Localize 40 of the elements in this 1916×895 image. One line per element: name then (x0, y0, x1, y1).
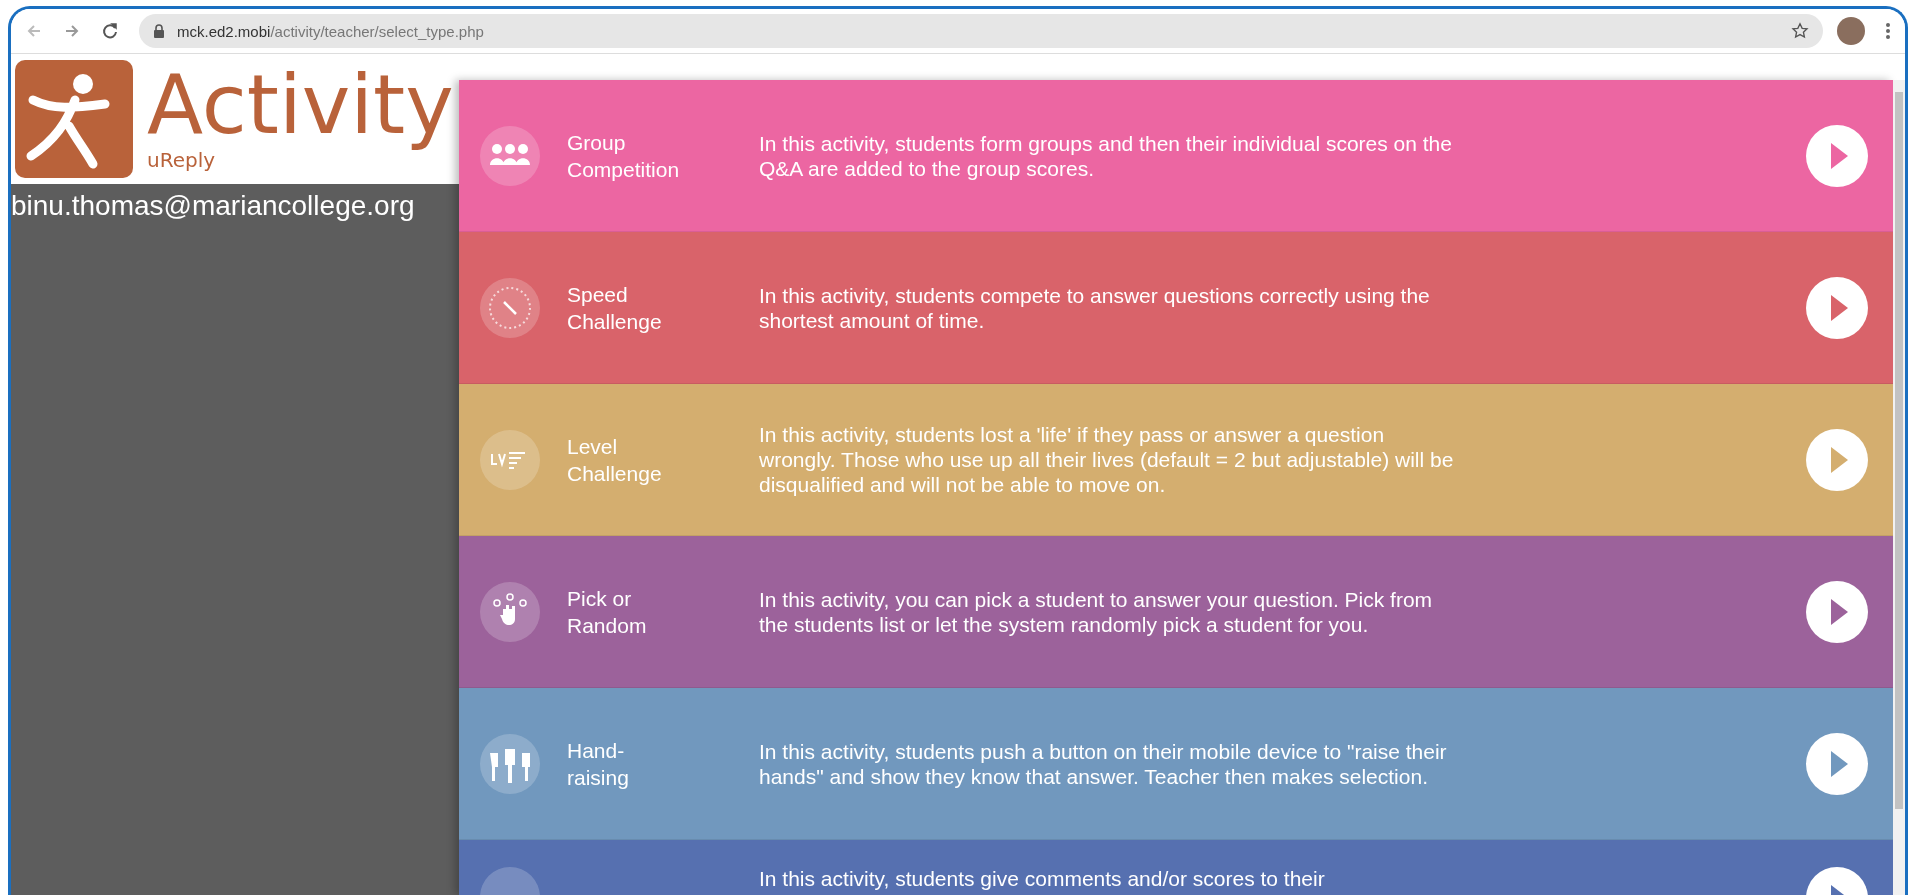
activity-title: Hand- raising (567, 737, 630, 791)
logo-icon (15, 60, 133, 178)
activity-row[interactable] (459, 384, 1893, 536)
play-button[interactable] (1805, 579, 1869, 644)
hand-icon (479, 580, 541, 643)
activity-row[interactable]: Group Competition In this activity, students form groups and then their individual scores on the Q&A are added to the group scores. (459, 80, 1893, 232)
address-bar[interactable]: mck.ed2.mobi/activity/teacher/select_type.php (139, 14, 1823, 48)
activity-row[interactable]: Speed Challenge In this activity, students compete to answer questions correctly using the shortest amount of time. (459, 232, 1893, 384)
activity-title: Pick or Random (567, 585, 648, 639)
star-icon[interactable] (1791, 22, 1809, 40)
activity-title: Level Challenge (567, 433, 663, 487)
play-button[interactable] (1805, 275, 1869, 340)
activity-row[interactable]: Hand- raising In this activity, students push a button on their mobile device to "raise their hands" and show they know that answer. Teacher then makes selection. (459, 688, 1893, 840)
activity-description: In this activity, students give comments and/or scores to their (759, 866, 1326, 891)
activity-description: In this activity, students lost a 'life' if they pass or answer a question wrongly. Those who use up all their lives (default = 2 but adjustable) will be disqualified and will not be able to move on. (759, 422, 1455, 497)
scrollbar[interactable] (1893, 80, 1905, 895)
activity-title: Speed Challenge (567, 281, 663, 335)
group-icon (479, 124, 541, 187)
activity-title: Group Competition (567, 129, 681, 183)
url-path: /activity/teacher/select_type.php (270, 22, 484, 40)
activity-description: In this activity, students form groups and then their individual scores on the Q&A are added to the group scores. (759, 130, 1453, 181)
activity-description: In this activity, students compete to answer questions correctly using the shortest amount of time. (759, 282, 1431, 333)
url-host: mck.ed2.mobi (177, 22, 271, 40)
gauge-icon (479, 276, 541, 339)
activity-description: In this activity, students push a button on their mobile device to "raise their hands" and show they know that answer. Teacher then makes selection. (759, 738, 1448, 789)
activity-description: In this activity, you can pick a student to answer your question. Pick from the students list or let the system randomly pick a student for you. (759, 586, 1434, 637)
play-button[interactable] (1805, 731, 1869, 796)
menu-icon[interactable] (1885, 22, 1891, 40)
user-email: binu.thomas@mariancollege.org (11, 190, 415, 222)
play-button[interactable] (1805, 427, 1869, 492)
logo-subtitle: uReply (147, 148, 216, 172)
logo-title: Activity (147, 60, 454, 150)
activity-row[interactable]: Pick or Random In this activity, you can pick a student to answer your question. Pick from the students list or let the system randomly pick a student for you. (459, 536, 1893, 688)
raised-hands-icon (479, 732, 541, 795)
play-button[interactable] (1805, 123, 1869, 188)
lock-icon (153, 24, 165, 38)
reload-icon[interactable] (101, 22, 119, 40)
activity-row[interactable]: In this activity, students give comments and/or scores to their (459, 840, 1893, 895)
level-icon (479, 428, 541, 491)
avatar[interactable] (1837, 17, 1865, 45)
